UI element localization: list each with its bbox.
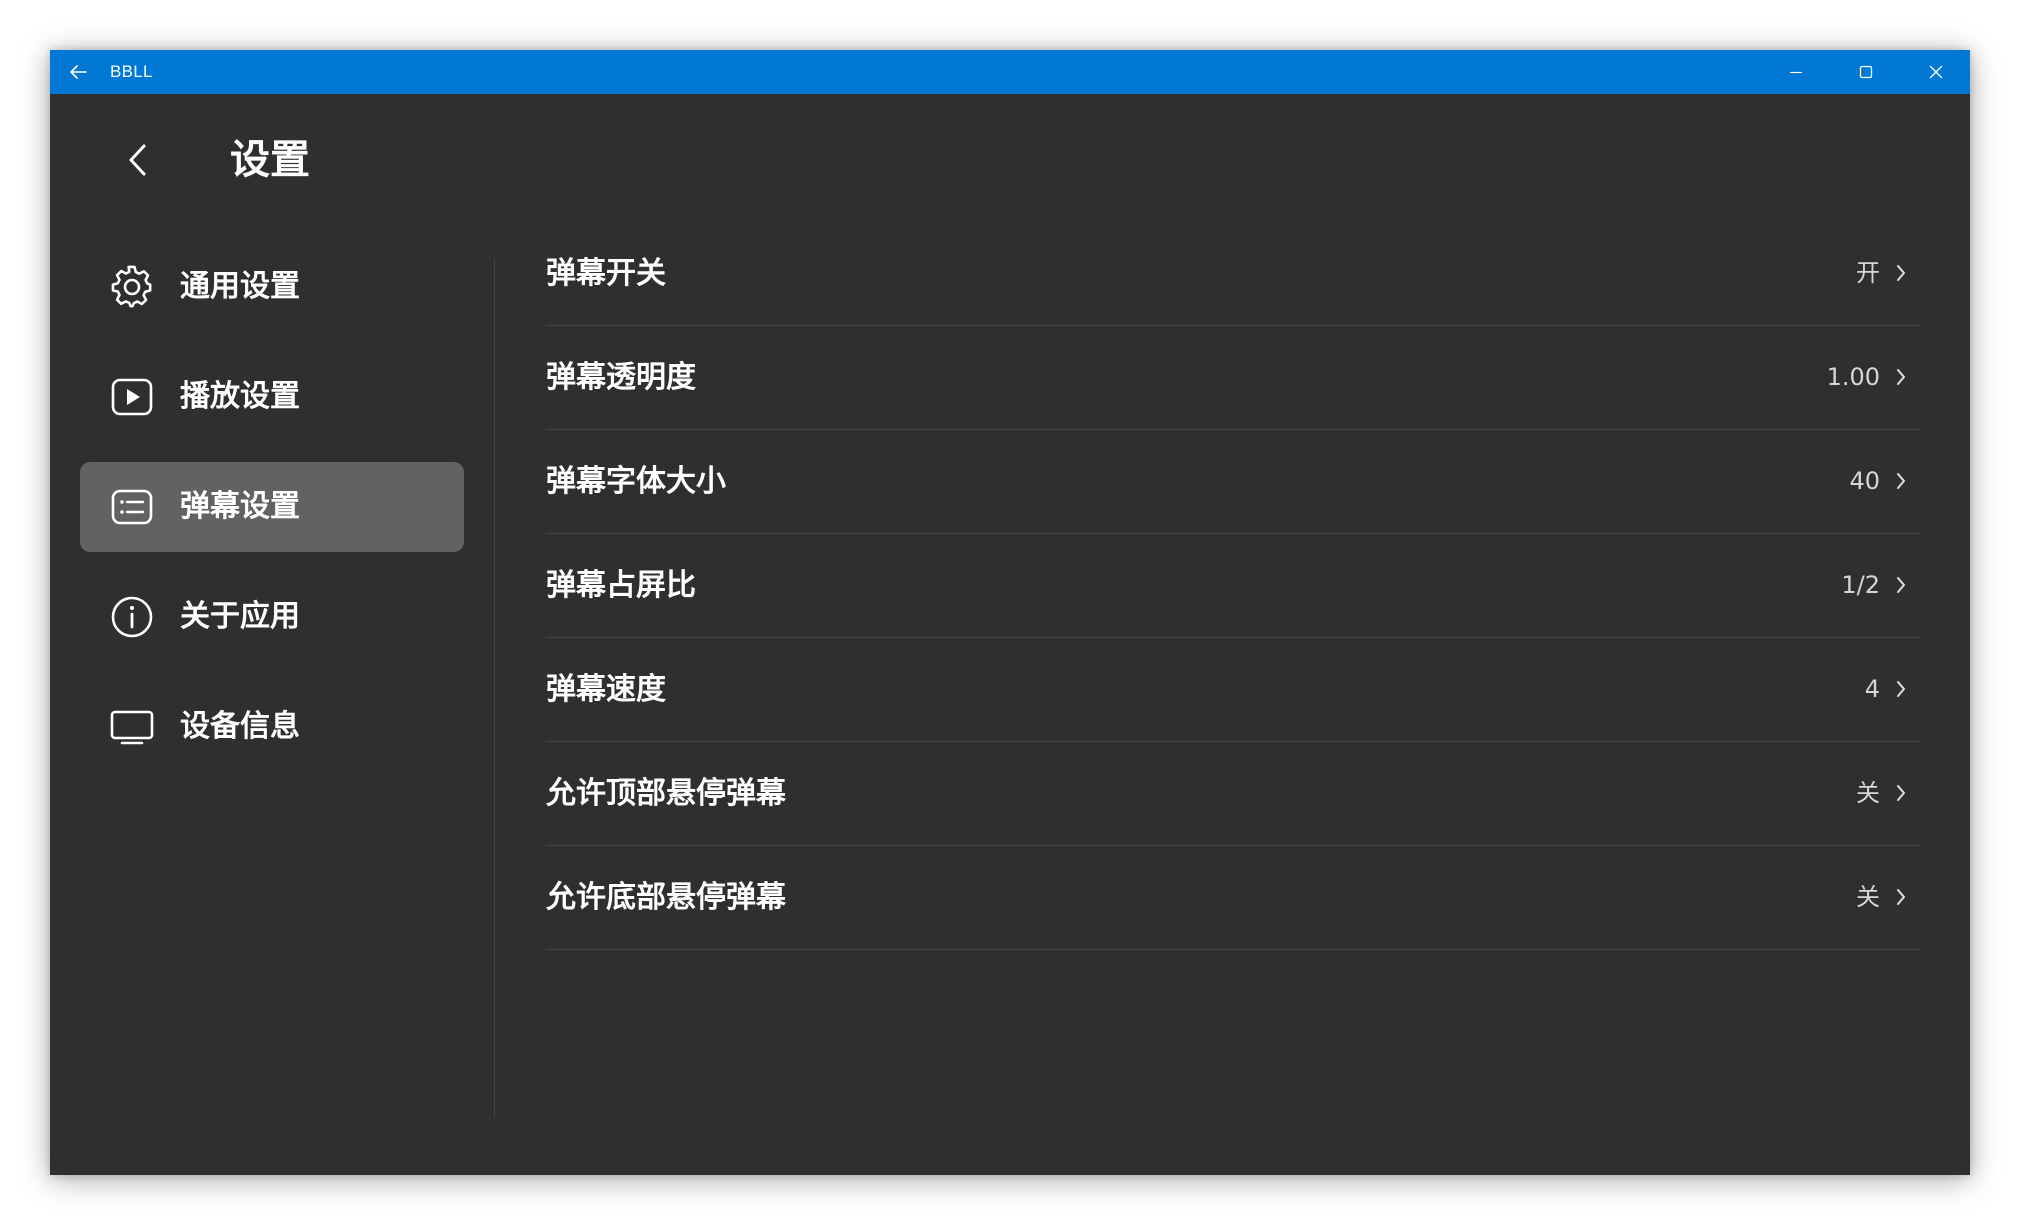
setting-value: 1/2 <box>1841 571 1880 599</box>
minimize-icon <box>1790 71 1802 74</box>
setting-label: 弹幕字体大小 <box>546 464 726 499</box>
chevron-right-icon <box>1890 780 1912 806</box>
arrow-left-icon <box>70 65 87 79</box>
sidebar-item-label: 弹幕设置 <box>180 489 300 524</box>
setting-label: 允许顶部悬停弹幕 <box>546 776 786 811</box>
chevron-right-icon <box>1890 260 1912 286</box>
setting-value: 40 <box>1849 467 1880 495</box>
sidebar-item-danmaku[interactable]: 弹幕设置 <box>80 462 464 552</box>
setting-row-allow-bottom-danmaku[interactable]: 允许底部悬停弹幕 关 <box>546 846 1920 950</box>
close-icon <box>1929 65 1943 79</box>
setting-label: 弹幕速度 <box>546 672 666 707</box>
chevron-right-icon <box>1890 572 1912 598</box>
sidebar-nav: 通用设置 播放设置 弹幕设置 关于应用 设备信息 <box>80 242 464 792</box>
sidebar-item-playback[interactable]: 播放设置 <box>80 352 464 442</box>
setting-row-danmaku-screen-ratio[interactable]: 弹幕占屏比 1/2 <box>546 534 1920 638</box>
setting-row-danmaku-opacity[interactable]: 弹幕透明度 1.00 <box>546 326 1920 430</box>
sidebar-divider <box>494 258 495 1118</box>
sidebar-item-label: 通用设置 <box>180 269 300 304</box>
sidebar-item-label: 设备信息 <box>180 709 300 744</box>
setting-label: 弹幕透明度 <box>546 360 696 395</box>
setting-row-allow-top-danmaku[interactable]: 允许顶部悬停弹幕 关 <box>546 742 1920 846</box>
setting-row-danmaku-font-size[interactable]: 弹幕字体大小 40 <box>546 430 1920 534</box>
title-bar: BBLL <box>50 50 1970 94</box>
setting-label: 弹幕开关 <box>546 256 666 291</box>
setting-label: 弹幕占屏比 <box>546 568 696 603</box>
page-back-button[interactable] <box>110 132 166 188</box>
sidebar-item-label: 播放设置 <box>180 379 300 414</box>
window-title: BBLL <box>110 62 153 81</box>
chevron-right-icon <box>1890 468 1912 494</box>
chevron-right-icon <box>1890 364 1912 390</box>
app-window: BBLL 设置 通用设置 播放设置 弹幕设置 关于应用 设备信息 弹幕开关 开 … <box>50 50 1970 1175</box>
setting-row-danmaku-speed[interactable]: 弹幕速度 4 <box>546 638 1920 742</box>
setting-value: 1.00 <box>1826 363 1880 391</box>
setting-value: 4 <box>1864 675 1880 703</box>
setting-label: 允许底部悬停弹幕 <box>546 880 786 915</box>
danmaku-icon <box>110 485 154 529</box>
sidebar-item-general[interactable]: 通用设置 <box>80 242 464 332</box>
play-icon <box>110 375 154 419</box>
sidebar-item-label: 关于应用 <box>180 599 300 634</box>
setting-row-danmaku-toggle[interactable]: 弹幕开关 开 <box>546 222 1920 326</box>
minimize-button[interactable] <box>1762 50 1830 94</box>
page-title: 设置 <box>230 137 310 183</box>
setting-value: 关 <box>1856 883 1880 911</box>
chevron-right-icon <box>1890 884 1912 910</box>
chevron-right-icon <box>1890 676 1912 702</box>
titlebar-back-button[interactable] <box>64 58 92 86</box>
monitor-icon <box>110 705 154 749</box>
maximize-button[interactable] <box>1832 50 1900 94</box>
info-icon <box>110 595 154 639</box>
sidebar-item-about[interactable]: 关于应用 <box>80 572 464 662</box>
sidebar-item-device[interactable]: 设备信息 <box>80 682 464 772</box>
gear-icon <box>110 265 154 309</box>
setting-value: 开 <box>1856 259 1880 287</box>
chevron-left-icon <box>129 144 146 176</box>
maximize-icon <box>1859 65 1873 79</box>
close-button[interactable] <box>1902 50 1970 94</box>
setting-value: 关 <box>1856 779 1880 807</box>
danmaku-settings-list: 弹幕开关 开 弹幕透明度 1.00 弹幕字体大小 40 弹幕占屏比 1/2 弹幕… <box>546 222 1920 950</box>
